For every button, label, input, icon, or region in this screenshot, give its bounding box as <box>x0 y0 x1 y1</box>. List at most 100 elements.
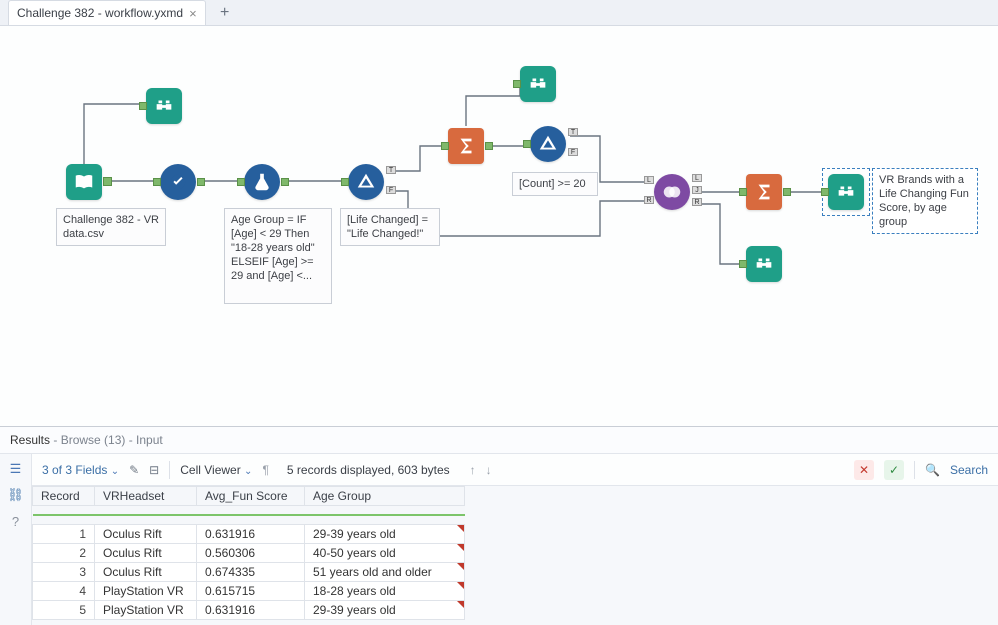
cell-viewer-label: Cell Viewer <box>180 463 240 477</box>
new-tab-button[interactable]: + <box>212 1 238 25</box>
edit-icon[interactable]: ✎ <box>129 463 139 477</box>
input-port[interactable] <box>523 140 531 148</box>
join-tool[interactable] <box>654 174 690 210</box>
filter-icon <box>537 133 559 155</box>
table-row[interactable]: 1 Oculus Rift 0.631916 29-39 years old <box>33 525 465 544</box>
separator <box>914 461 915 479</box>
results-main: 3 of 3 Fields ⌄ ✎ ⊟ Cell Viewer ⌄ ¶ 5 re… <box>32 454 998 625</box>
sigma-icon <box>753 181 775 203</box>
header-row: Record VRHeadset Avg_Fun Score Age Group <box>33 487 465 506</box>
table-row[interactable]: 3 Oculus Rift 0.674335 51 years old and … <box>33 563 465 582</box>
formula-annotation: Age Group = IF [Age] < 29 Then "18-28 ye… <box>224 208 332 304</box>
input-data-tool[interactable] <box>66 164 102 200</box>
help-icon[interactable]: ? <box>7 512 25 530</box>
binoculars-icon <box>753 253 775 275</box>
input-port[interactable] <box>739 260 747 268</box>
cell-score: 0.560306 <box>197 544 305 563</box>
filter-tool[interactable] <box>530 126 566 162</box>
false-anchor[interactable]: F <box>386 186 396 194</box>
right-output-anchor[interactable]: R <box>692 198 702 206</box>
right-input-anchor[interactable]: R <box>644 196 654 204</box>
input-port[interactable] <box>739 188 747 196</box>
false-anchor[interactable]: F <box>568 148 578 156</box>
col-record[interactable]: Record <box>33 487 95 506</box>
results-grid-wrapper[interactable]: Record VRHeadset Avg_Fun Score Age Group… <box>32 486 998 625</box>
cell-headset: PlayStation VR <box>95 601 197 620</box>
output-port[interactable] <box>281 178 289 186</box>
link-view-icon[interactable]: ⛓ <box>7 486 25 504</box>
arrow-down-icon[interactable]: ↓ <box>486 463 492 477</box>
browse-tool-selected[interactable] <box>828 174 864 210</box>
list-view-icon[interactable]: ☰ <box>7 460 25 478</box>
table-row[interactable]: 4 PlayStation VR 0.615715 18-28 years ol… <box>33 582 465 601</box>
output-annotation: VR Brands with a Life Changing Fun Score… <box>872 168 978 234</box>
cell-viewer-dropdown[interactable]: Cell Viewer ⌄ <box>180 463 252 477</box>
arrow-up-icon[interactable]: ↑ <box>470 463 476 477</box>
cell-record: 2 <box>33 544 95 563</box>
filter-tool[interactable] <box>348 164 384 200</box>
pilcrow-icon[interactable]: ¶ <box>262 463 268 477</box>
results-panel: Results - Browse (13) - Input ☰ ⛓ ? 3 of… <box>0 426 998 625</box>
cell-record: 1 <box>33 525 95 544</box>
cell-group: 18-28 years old <box>305 582 465 601</box>
search-label[interactable]: Search <box>950 463 988 477</box>
col-headset[interactable]: VRHeadset <box>95 487 197 506</box>
close-tab-icon[interactable]: × <box>189 7 197 20</box>
input-port[interactable] <box>441 142 449 150</box>
input-port[interactable] <box>153 178 161 186</box>
formula-tool[interactable] <box>244 164 280 200</box>
remove-icon[interactable]: ⊟ <box>149 463 159 477</box>
summarize-tool[interactable] <box>746 174 782 210</box>
tab-bar: Challenge 382 - workflow.yxmd × + <box>0 0 998 26</box>
cell-record: 4 <box>33 582 95 601</box>
app-root: Challenge 382 - workflow.yxmd × + <box>0 0 998 625</box>
table-row[interactable]: 2 Oculus Rift 0.560306 40-50 years old <box>33 544 465 563</box>
binoculars-icon <box>835 181 857 203</box>
output-port[interactable] <box>783 188 791 196</box>
workflow-canvas[interactable]: Challenge 382 - VR data.csv Age Group = … <box>0 26 998 426</box>
left-input-anchor[interactable]: L <box>644 176 654 184</box>
browse-tool[interactable] <box>520 66 556 102</box>
sigma-icon <box>455 135 477 157</box>
fields-dropdown[interactable]: 3 of 3 Fields ⌄ <box>42 463 119 477</box>
select-tool[interactable] <box>160 164 196 200</box>
cell-group: 40-50 years old <box>305 544 465 563</box>
book-open-icon <box>73 171 95 193</box>
workflow-tab-label: Challenge 382 - workflow.yxmd <box>17 6 183 20</box>
filter-icon <box>355 171 377 193</box>
apply-button[interactable]: ✓ <box>884 460 904 480</box>
search-icon[interactable]: 🔍 <box>925 463 940 477</box>
results-title: Results <box>10 433 50 447</box>
output-port[interactable] <box>485 142 493 150</box>
col-group[interactable]: Age Group <box>305 487 465 506</box>
input-port[interactable] <box>237 178 245 186</box>
summarize-tool[interactable] <box>448 128 484 164</box>
input-annotation: Challenge 382 - VR data.csv <box>56 208 166 246</box>
table-row[interactable]: 5 PlayStation VR 0.631916 29-39 years ol… <box>33 601 465 620</box>
output-port[interactable] <box>197 178 205 186</box>
input-port[interactable] <box>821 188 829 196</box>
left-output-anchor[interactable]: L <box>692 174 702 182</box>
input-port[interactable] <box>341 178 349 186</box>
cell-score: 0.631916 <box>197 525 305 544</box>
browse-tool[interactable] <box>746 246 782 282</box>
cell-group: 29-39 years old <box>305 601 465 620</box>
binoculars-icon <box>527 73 549 95</box>
join-icon <box>661 181 683 203</box>
input-port[interactable] <box>513 80 521 88</box>
cell-headset: Oculus Rift <box>95 525 197 544</box>
browse-tool[interactable] <box>146 88 182 124</box>
input-port[interactable] <box>139 102 147 110</box>
true-anchor[interactable]: T <box>386 166 396 174</box>
cell-headset: PlayStation VR <box>95 582 197 601</box>
join-output-anchor[interactable]: J <box>692 186 702 194</box>
binoculars-icon <box>153 95 175 117</box>
cell-group: 51 years old and older <box>305 563 465 582</box>
true-anchor[interactable]: T <box>568 128 578 136</box>
col-score[interactable]: Avg_Fun Score <box>197 487 305 506</box>
workflow-tab[interactable]: Challenge 382 - workflow.yxmd × <box>8 0 206 25</box>
output-port[interactable] <box>103 177 112 186</box>
cancel-button[interactable]: ✕ <box>854 460 874 480</box>
fields-label: 3 of 3 Fields <box>42 463 107 477</box>
filter1-annotation: [Life Changed] = "Life Changed!" <box>340 208 440 246</box>
